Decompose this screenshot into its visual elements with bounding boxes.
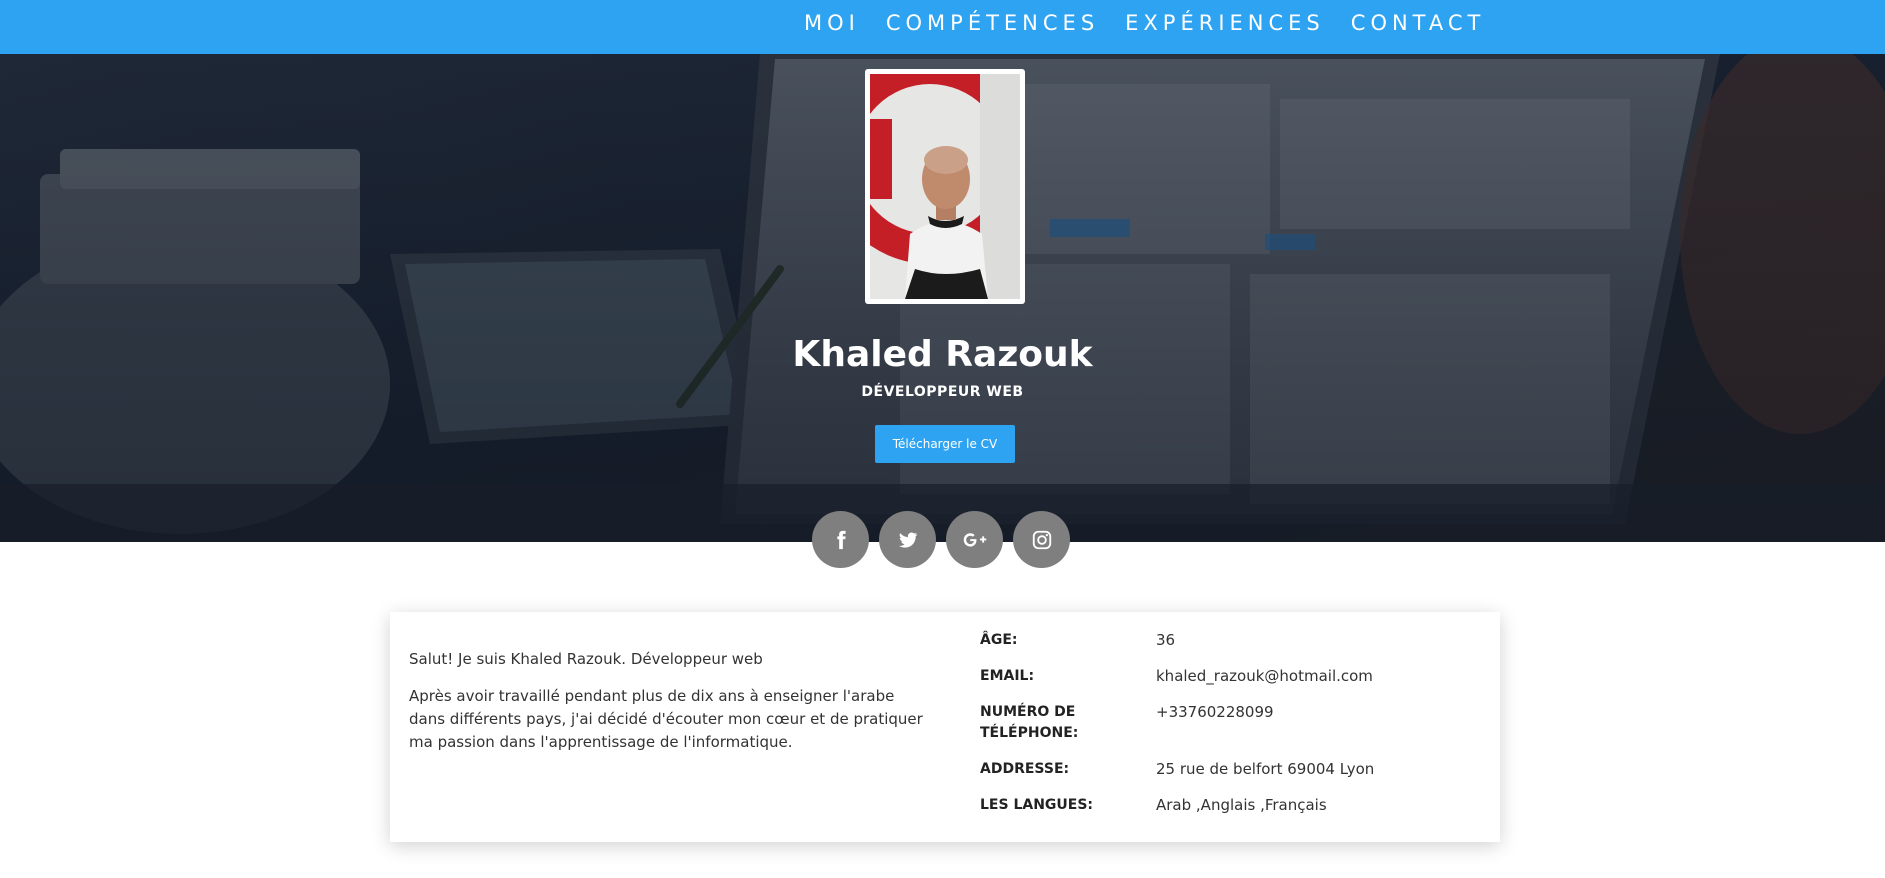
nav-item-experiences[interactable]: EXPÉRIENCES (1125, 11, 1325, 35)
profile-photo (870, 74, 1020, 299)
info-value: +33760228099 (1156, 703, 1274, 721)
twitter-icon (898, 532, 918, 548)
nav-menu: MOI COMPÉTENCES EXPÉRIENCES CONTACT (804, 0, 1485, 46)
google-plus-icon (963, 532, 986, 547)
google-plus-button[interactable] (946, 511, 1003, 568)
instagram-button[interactable] (1013, 511, 1070, 568)
twitter-button[interactable] (879, 511, 936, 568)
info-row-languages: LES LANGUES: Arab ,Anglais ,Français (980, 795, 1480, 816)
profile-role: DÉVELOPPEUR WEB (861, 384, 1024, 400)
personal-info-table: ÂGE: 36 EMAIL: khaled_razouk@hotmail.com… (980, 630, 1480, 831)
info-value: Arab ,Anglais ,Français (1156, 796, 1327, 814)
facebook-button[interactable] (812, 511, 869, 568)
info-value: khaled_razouk@hotmail.com (1156, 667, 1373, 685)
about-paragraph: Après avoir travaillé pendant plus de di… (409, 687, 923, 751)
instagram-icon (1032, 530, 1051, 549)
info-label: ÂGE: (980, 632, 1018, 648)
about-intro: Salut! Je suis Khaled Razouk. Développeu… (409, 650, 763, 668)
about-card: Salut! Je suis Khaled Razouk. Développeu… (390, 612, 1500, 842)
info-label: EMAIL: (980, 668, 1035, 684)
info-row-address: ADDRESSE: 25 rue de belfort 69004 Lyon (980, 759, 1480, 780)
top-navbar: MOI COMPÉTENCES EXPÉRIENCES CONTACT (0, 0, 1885, 54)
nav-item-moi[interactable]: MOI (804, 11, 860, 35)
nav-item-competences[interactable]: COMPÉTENCES (886, 11, 1099, 35)
profile-photo-frame (865, 69, 1025, 304)
profile-name: Khaled Razouk (792, 334, 1093, 375)
hero-section: Khaled Razouk DÉVELOPPEUR WEB Télécharge… (0, 54, 1885, 542)
info-value: 36 (1156, 631, 1176, 649)
info-row-age: ÂGE: 36 (980, 630, 1480, 651)
facebook-icon (836, 530, 846, 549)
nav-item-contact[interactable]: CONTACT (1351, 11, 1486, 35)
info-label: NUMÉRO DE TÉLÉPHONE: (980, 704, 1079, 741)
info-label: ADDRESSE: (980, 761, 1070, 777)
about-bio: Salut! Je suis Khaled Razouk. Développeu… (409, 648, 929, 754)
download-cv-button[interactable]: Télécharger le CV (875, 425, 1015, 463)
info-value: 25 rue de belfort 69004 Lyon (1156, 760, 1375, 778)
info-label: LES LANGUES: (980, 797, 1094, 813)
social-links (812, 511, 1070, 568)
info-row-email: EMAIL: khaled_razouk@hotmail.com (980, 666, 1480, 687)
info-row-phone: NUMÉRO DE TÉLÉPHONE: +33760228099 (980, 702, 1480, 744)
